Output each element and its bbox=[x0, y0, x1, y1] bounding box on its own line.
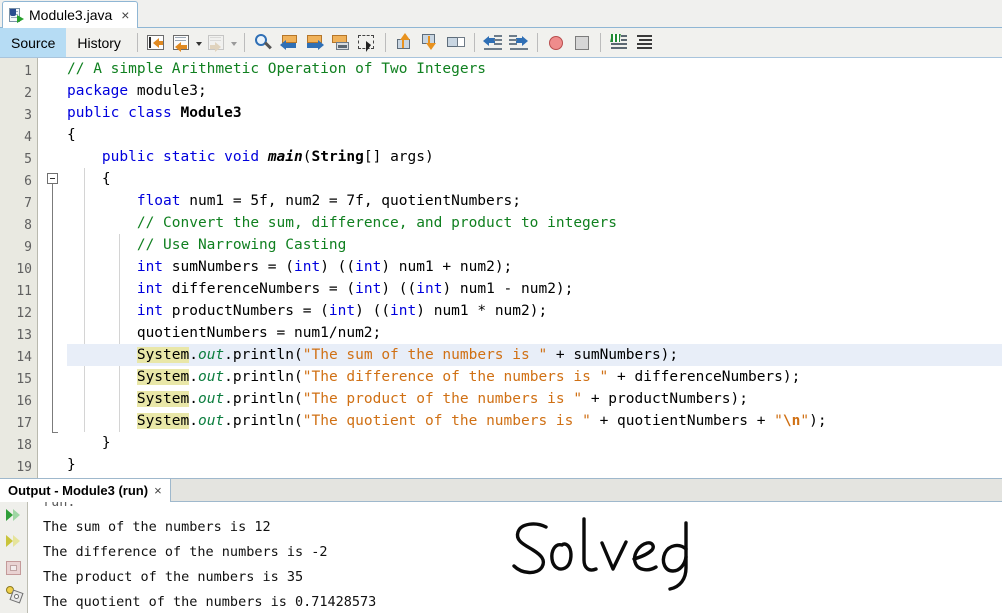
output-tab-strip: Output - Module3 (run) × bbox=[0, 478, 1002, 502]
code-line[interactable]: quotientNumbers = num1/num2; bbox=[67, 322, 1002, 344]
code-line[interactable]: System.out.println("The product of the n… bbox=[67, 388, 1002, 410]
rerun-icon[interactable] bbox=[4, 506, 24, 526]
toolbar-separator bbox=[599, 33, 601, 52]
code-line[interactable]: } bbox=[67, 454, 1002, 476]
netbeans-ide-window: Module3.java × Source History 1 2 3 4 5 … bbox=[0, 0, 1002, 613]
line-number: 19 bbox=[16, 460, 32, 475]
last-edit-position-icon[interactable] bbox=[144, 31, 168, 55]
output-tab-label: Output - Module3 (run) bbox=[8, 483, 149, 498]
line-number: 1 bbox=[24, 64, 32, 79]
output-line: run: bbox=[43, 502, 76, 510]
output-settings-icon[interactable] bbox=[4, 584, 24, 604]
output-line: The product of the numbers is 35 bbox=[43, 569, 304, 585]
line-number: 4 bbox=[24, 130, 32, 145]
line-number: 13 bbox=[16, 328, 32, 343]
java-file-icon bbox=[9, 7, 24, 23]
code-line[interactable]: int productNumbers = (int) ((int) num1 *… bbox=[67, 300, 1002, 322]
code-editor[interactable]: 1 2 3 4 5 6 7 8 9 10 11 12 13 14 15 16 17 18 19 // A simpl… bbox=[0, 58, 1002, 478]
toggle-breakpoint-icon[interactable] bbox=[544, 31, 568, 55]
rerun-with-arguments-icon[interactable] bbox=[4, 532, 24, 552]
toolbar-separator bbox=[136, 33, 138, 52]
find-next-icon[interactable] bbox=[303, 31, 327, 55]
next-bookmark-icon[interactable] bbox=[418, 31, 442, 55]
forward-dropdown-icon[interactable] bbox=[230, 31, 239, 55]
line-number: 12 bbox=[16, 306, 32, 321]
fold-toggle-icon[interactable] bbox=[47, 173, 58, 184]
uncomment-icon[interactable] bbox=[633, 31, 657, 55]
editor-tab-strip: Module3.java × bbox=[0, 0, 1002, 28]
code-line[interactable]: System.out.println("The sum of the numbe… bbox=[67, 344, 1002, 366]
code-fold-column bbox=[39, 58, 67, 478]
fold-range-line bbox=[52, 184, 53, 432]
stop-process-icon[interactable] bbox=[4, 558, 24, 578]
close-icon[interactable]: × bbox=[121, 8, 129, 22]
shift-line-left-icon[interactable] bbox=[481, 31, 505, 55]
tab-history[interactable]: History bbox=[66, 28, 132, 57]
line-number: 11 bbox=[16, 284, 32, 299]
output-line: The quotient of the numbers is 0.7142857… bbox=[43, 594, 377, 610]
code-line[interactable]: // Use Narrowing Casting bbox=[67, 234, 1002, 256]
line-number: 18 bbox=[16, 438, 32, 453]
toolbar-separator bbox=[384, 33, 386, 52]
toggle-bookmark-icon[interactable] bbox=[444, 31, 468, 55]
output-line: The difference of the numbers is -2 bbox=[43, 544, 328, 560]
line-number: 15 bbox=[16, 372, 32, 387]
code-line[interactable]: float num1 = 5f, num2 = 7f, quotientNumb… bbox=[67, 190, 1002, 212]
previous-bookmark-icon[interactable] bbox=[392, 31, 416, 55]
toggle-rectangular-selection-icon[interactable] bbox=[355, 31, 379, 55]
line-number: 8 bbox=[24, 218, 32, 233]
code-line[interactable]: public class Module3 bbox=[67, 102, 1002, 124]
line-number: 3 bbox=[24, 108, 32, 123]
code-line[interactable]: int sumNumbers = (int) ((int) num1 + num… bbox=[67, 256, 1002, 278]
code-line[interactable]: int differenceNumbers = (int) ((int) num… bbox=[67, 278, 1002, 300]
line-number: 10 bbox=[16, 262, 32, 277]
fold-range-end bbox=[52, 432, 58, 433]
toolbar-separator bbox=[473, 33, 475, 52]
code-line[interactable]: // Convert the sum, difference, and prod… bbox=[67, 212, 1002, 234]
shift-line-right-icon[interactable] bbox=[507, 31, 531, 55]
toggle-highlight-search-icon[interactable] bbox=[329, 31, 353, 55]
code-line[interactable]: // A simple Arithmetic Operation of Two … bbox=[67, 58, 1002, 80]
output-body: run: The sum of the numbers is 12 The diff… bbox=[0, 502, 1002, 613]
find-previous-icon[interactable] bbox=[277, 31, 301, 55]
editor-toolbar: Source History bbox=[0, 28, 1002, 58]
code-line[interactable]: public static void main(String[] args) bbox=[67, 146, 1002, 168]
find-selection-icon[interactable] bbox=[251, 31, 275, 55]
tab-history-label: History bbox=[77, 34, 121, 51]
back-navigation-icon[interactable] bbox=[170, 31, 194, 55]
code-line[interactable]: { bbox=[67, 168, 1002, 190]
forward-navigation-icon[interactable] bbox=[205, 31, 229, 55]
line-number: 9 bbox=[24, 240, 32, 255]
line-number: 16 bbox=[16, 394, 32, 409]
output-text[interactable]: run: The sum of the numbers is 12 The diff… bbox=[29, 502, 1002, 613]
toolbar-separator bbox=[536, 33, 538, 52]
code-line[interactable]: { bbox=[67, 124, 1002, 146]
comment-icon[interactable] bbox=[607, 31, 631, 55]
code-line[interactable]: System.out.println("The quotient of the … bbox=[67, 410, 1002, 432]
code-line[interactable]: System.out.println("The difference of th… bbox=[67, 366, 1002, 388]
output-gutter bbox=[0, 502, 28, 613]
line-number: 2 bbox=[24, 86, 32, 101]
output-window: Output - Module3 (run) × run: The sum of… bbox=[0, 478, 1002, 613]
tab-source-label: Source bbox=[11, 34, 56, 51]
output-tab-module3-run[interactable]: Output - Module3 (run) × bbox=[0, 479, 171, 502]
code-line[interactable]: } bbox=[67, 432, 1002, 454]
back-dropdown-icon[interactable] bbox=[195, 31, 204, 55]
line-number: 17 bbox=[16, 416, 32, 431]
tab-source[interactable]: Source bbox=[0, 28, 67, 57]
editor-tab-module3-java[interactable]: Module3.java × bbox=[2, 1, 139, 28]
line-number: 14 bbox=[16, 350, 32, 365]
code-line[interactable]: package module3; bbox=[67, 80, 1002, 102]
line-number-gutter: 1 2 3 4 5 6 7 8 9 10 11 12 13 14 15 16 17 18 19 bbox=[0, 58, 38, 478]
stop-icon[interactable] bbox=[570, 31, 594, 55]
close-icon[interactable]: × bbox=[154, 484, 162, 497]
line-number: 5 bbox=[24, 152, 32, 167]
toolbar-separator bbox=[243, 33, 245, 52]
code-text-area[interactable]: // A simple Arithmetic Operation of Two … bbox=[67, 58, 1002, 478]
editor-tab-label: Module3.java bbox=[29, 7, 113, 23]
line-number: 6 bbox=[24, 174, 32, 189]
line-number: 7 bbox=[24, 196, 32, 211]
output-line: The sum of the numbers is 12 bbox=[43, 519, 271, 535]
